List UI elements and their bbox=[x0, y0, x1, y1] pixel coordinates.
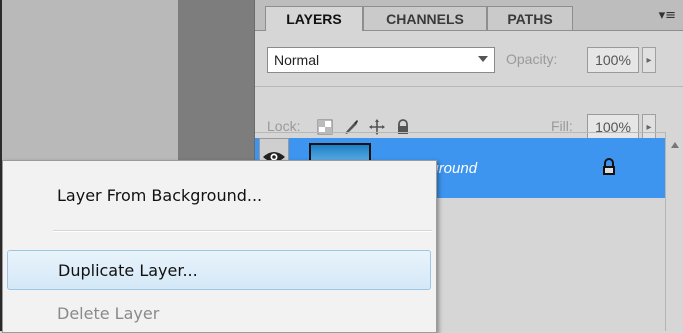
blend-mode-select[interactable]: Normal bbox=[267, 47, 495, 73]
blend-mode-value: Normal bbox=[274, 52, 320, 68]
chevron-down-icon bbox=[478, 56, 488, 62]
opacity-field[interactable]: 100% bbox=[587, 47, 639, 73]
layers-scrollbar[interactable] bbox=[665, 132, 683, 331]
fill-slider-arrow-icon[interactable]: ▸ bbox=[642, 114, 656, 140]
divider bbox=[255, 86, 683, 87]
tab-layers[interactable]: LAYERS bbox=[265, 6, 363, 31]
fill-field[interactable]: 100% bbox=[587, 114, 639, 140]
panel-menu-icon[interactable]: ▾≡ bbox=[659, 8, 676, 23]
menu-item-layer-from-background[interactable]: Layer From Background... bbox=[3, 175, 436, 215]
panel-tab-bar: LAYERS CHANNELS PATHS ▾≡ bbox=[255, 0, 683, 31]
scroll-up-arrow-icon[interactable] bbox=[666, 138, 683, 152]
opacity-slider-arrow-icon[interactable]: ▸ bbox=[642, 47, 656, 73]
tab-channels[interactable]: CHANNELS bbox=[363, 6, 487, 30]
opacity-label: Opacity: bbox=[506, 51, 558, 67]
menu-item-duplicate-layer[interactable]: Duplicate Layer... bbox=[7, 250, 431, 290]
menu-item-delete-layer[interactable]: Delete Layer bbox=[3, 293, 436, 333]
divider bbox=[255, 132, 683, 133]
tab-paths[interactable]: PATHS bbox=[487, 6, 573, 30]
lock-icon bbox=[603, 158, 615, 175]
layer-context-menu: Layer From Background... Duplicate Layer… bbox=[2, 160, 437, 333]
menu-separator bbox=[53, 230, 432, 232]
